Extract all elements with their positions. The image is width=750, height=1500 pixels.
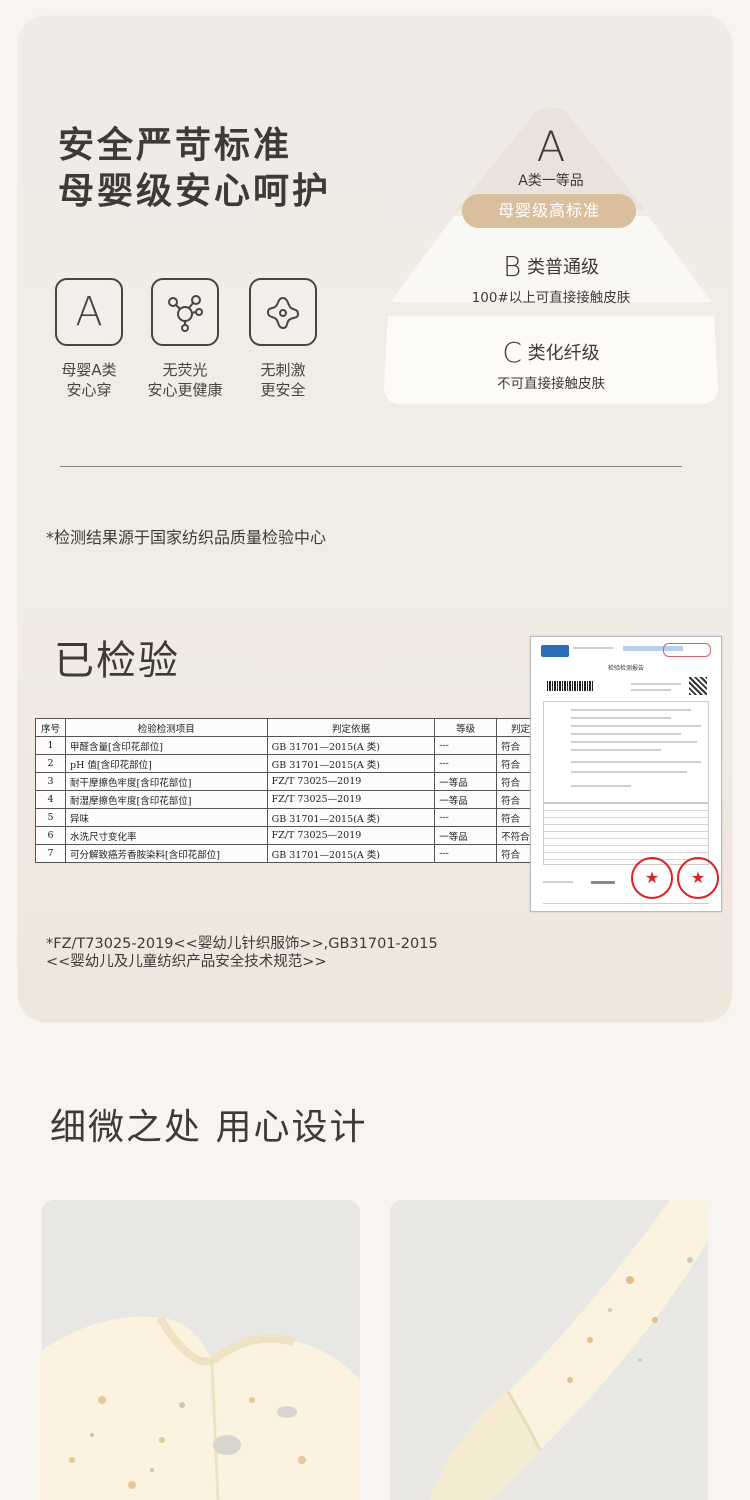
table-cell: 水洗尺寸变化率: [64, 826, 268, 845]
table-cell: FZ/T 73025—2019: [266, 790, 436, 809]
inspection-report-document: 检验检测报告 ★ ★: [530, 636, 722, 912]
table-row: 3 耐干摩擦色牢度[含印花部位] FZ/T 73025—2019 一等品 符合: [35, 772, 545, 791]
table-cell: ---: [434, 736, 498, 755]
table-cell: pH 值[含印花部位]: [64, 754, 268, 773]
table-cell: FZ/T 73025—2019: [266, 772, 436, 791]
section-divider: [60, 466, 682, 467]
molecule-icon: [151, 278, 219, 346]
grade-c-title: C 类化纤级: [384, 336, 718, 369]
grade-a-label: A类一等品: [518, 173, 584, 189]
table-cell: GB 31701—2015(A 类): [266, 736, 436, 755]
headline-line1: 安全严苛标准: [58, 125, 293, 166]
table-cell: 一等品: [434, 790, 498, 809]
grade-c-letter: C: [502, 336, 522, 369]
table-header: 检验检测项目: [64, 718, 268, 737]
design-section-title: 细微之处 用心设计: [50, 1107, 368, 1148]
feature-label: 无荧光: [162, 361, 208, 379]
feature-sublabel: 安心更健康: [147, 381, 223, 399]
table-cell: 3: [35, 772, 66, 791]
table-cell: ---: [434, 808, 498, 827]
table-header-row: 序号 检验检测项目 判定依据 等级 判定: [35, 718, 545, 737]
feature-sublabel: 更安全: [260, 381, 306, 399]
table-cell: 2: [35, 754, 66, 773]
table-row: 1 甲醛含量[含印花部位] GB 31701—2015(A 类) --- 符合: [35, 736, 545, 755]
table-cell: GB 31701—2015(A 类): [266, 754, 436, 773]
feature-label: 无刺激: [260, 361, 306, 379]
table-cell: ---: [434, 844, 498, 863]
table-row: 5 异味 GB 31701—2015(A 类) --- 符合: [35, 808, 545, 827]
table-cell: 异味: [64, 808, 268, 827]
table-cell: ---: [434, 754, 498, 773]
official-stamp-icon: ★: [677, 857, 719, 899]
table-cell: 4: [35, 790, 66, 809]
table-cell: GB 31701—2015(A 类): [266, 808, 436, 827]
feature-no-irritation: 无刺激 更安全: [228, 278, 338, 400]
report-title: 检验检测报告: [607, 665, 644, 672]
standards-note-line2: <<婴幼儿及儿童纺织产品安全技术规范>>: [46, 954, 327, 970]
product-photo-sleeve: [390, 1200, 708, 1500]
table-cell: 耐湿摩擦色牢度[含印花部位]: [64, 790, 268, 809]
no-irritation-icon: [249, 278, 317, 346]
checked-title: 已检验: [54, 638, 180, 684]
report-logo-icon: [541, 645, 569, 657]
grade-b-letter: B: [502, 250, 522, 283]
letter-a-icon: A: [55, 278, 123, 346]
grade-c-desc: 不可直接接触皮肤: [497, 376, 605, 392]
qr-code-icon: [689, 677, 707, 695]
grade-a-badge: 母婴级高标准: [462, 194, 636, 228]
table-cell: GB 31701—2015(A 类): [266, 844, 436, 863]
grade-b-title: B 类普通级: [384, 250, 718, 283]
table-row: 7 可分解致癌芳香胺染料[含印花部位] GB 31701—2015(A 类) -…: [35, 844, 545, 863]
feature-label: 母婴A类: [61, 361, 117, 379]
table-header: 序号: [35, 718, 66, 737]
table-row: 6 水洗尺寸变化率 FZ/T 73025—2019 一等品 不符合: [35, 826, 545, 845]
grade-a-letter: A: [536, 122, 566, 171]
table-cell: 耐干摩擦色牢度[含印花部位]: [64, 772, 268, 791]
grade-b-desc: 100#以上可直接接触皮肤: [471, 290, 631, 306]
table-header: 判定依据: [266, 718, 436, 737]
feature-no-fluorescent: 无荧光 安心更健康: [130, 278, 240, 400]
table-cell: 5: [35, 808, 66, 827]
table-cell: 一等品: [434, 772, 498, 791]
inspection-table: 序号 检验检测项目 判定依据 等级 判定 1 甲醛含量[含印花部位] GB 31…: [35, 718, 545, 863]
grade-b-label: 类普通级: [527, 257, 600, 278]
feature-sublabel: 安心穿: [66, 381, 112, 399]
table-cell: 一等品: [434, 826, 498, 845]
barcode-icon: [547, 681, 593, 691]
table-cell: 6: [35, 826, 66, 845]
certification-logo-icon: [663, 643, 711, 657]
table-cell: 1: [35, 736, 66, 755]
table-cell: FZ/T 73025—2019: [266, 826, 436, 845]
product-photo-collar: [42, 1200, 360, 1500]
table-cell: 7: [35, 844, 66, 863]
official-stamp-icon: ★: [631, 857, 673, 899]
table-header: 等级: [434, 718, 498, 737]
grade-c-label: 类化纤级: [527, 343, 600, 364]
source-note: *检测结果源于国家纺织品质量检验中心: [46, 528, 327, 547]
headline-line2: 母婴级安心呵护: [58, 171, 332, 212]
table-cell: 甲醛含量[含印花部位]: [64, 736, 268, 755]
table-cell: 可分解致癌芳香胺染料[含印花部位]: [64, 844, 268, 863]
table-row: 2 pH 值[含印花部位] GB 31701—2015(A 类) --- 符合: [35, 754, 545, 773]
feature-grade-a: A 母婴A类安心穿: [34, 278, 144, 400]
table-row: 4 耐湿摩擦色牢度[含印花部位] FZ/T 73025—2019 一等品 符合: [35, 790, 545, 809]
